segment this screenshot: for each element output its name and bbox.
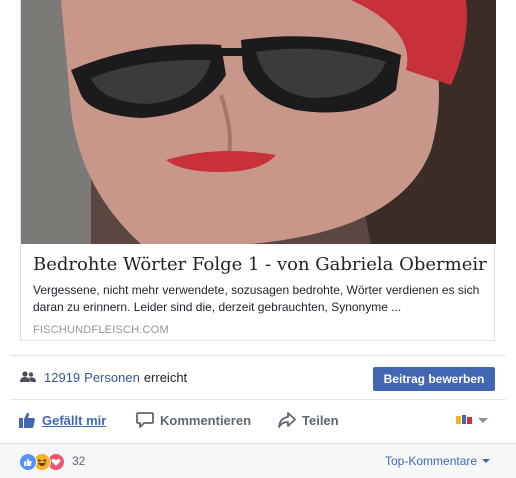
preview-text: Bedrohte Wörter Folge 1 - von Gabriela O… [33,253,487,336]
boost-post-button[interactable]: Beitrag bewerben [373,367,495,391]
reach-row: 12919 Personen erreicht [20,367,187,387]
share-label: Teilen [302,412,339,428]
action-bar: Gefällt mir Kommentieren Teilen [0,404,516,436]
comment-sort-dropdown[interactable]: Top-Kommentare [385,454,491,468]
share-arrow-icon [278,412,296,428]
reaction-icons[interactable] [19,453,65,471]
like-button[interactable]: Gefällt mir [18,404,106,436]
preview-photo[interactable] [21,0,496,244]
portrait-illustration [21,0,496,244]
preview-description: Vergessene, nicht mehr verwendete, sozus… [33,283,480,314]
link-preview-card[interactable]: Bedrohte Wörter Folge 1 - von Gabriela O… [20,0,496,341]
reaction-count[interactable]: 32 [72,454,85,468]
like-reaction-icon [19,453,37,471]
comment-icon [136,412,154,428]
preview-title[interactable]: Bedrohte Wörter Folge 1 - von Gabriela O… [33,253,487,277]
divider [10,399,506,400]
like-label: Gefällt mir [42,412,107,428]
share-button[interactable]: Teilen [278,404,339,436]
reach-suffix: erreicht [143,369,188,385]
comment-button[interactable]: Kommentieren [136,404,251,436]
facebook-post: Bedrohte Wörter Folge 1 - von Gabriela O… [0,0,516,478]
chevron-down-icon [482,459,491,463]
reactions-bar: 32 Top-Kommentare [0,444,516,478]
chevron-down-icon [478,418,488,423]
reach-count[interactable]: 12919 [44,370,80,385]
comment-label: Kommentieren [160,412,252,428]
page-avatar-icon [456,415,472,424]
thumbs-up-icon [19,412,35,428]
comment-sort-label: Top-Kommentare [385,454,478,468]
people-icon [20,371,36,382]
divider [10,355,506,356]
preview-domain: FISCHUNDFLEISCH.COM [33,324,169,336]
reach-people-label[interactable]: Personen [84,370,140,385]
reaction-as-selector[interactable] [456,412,490,428]
